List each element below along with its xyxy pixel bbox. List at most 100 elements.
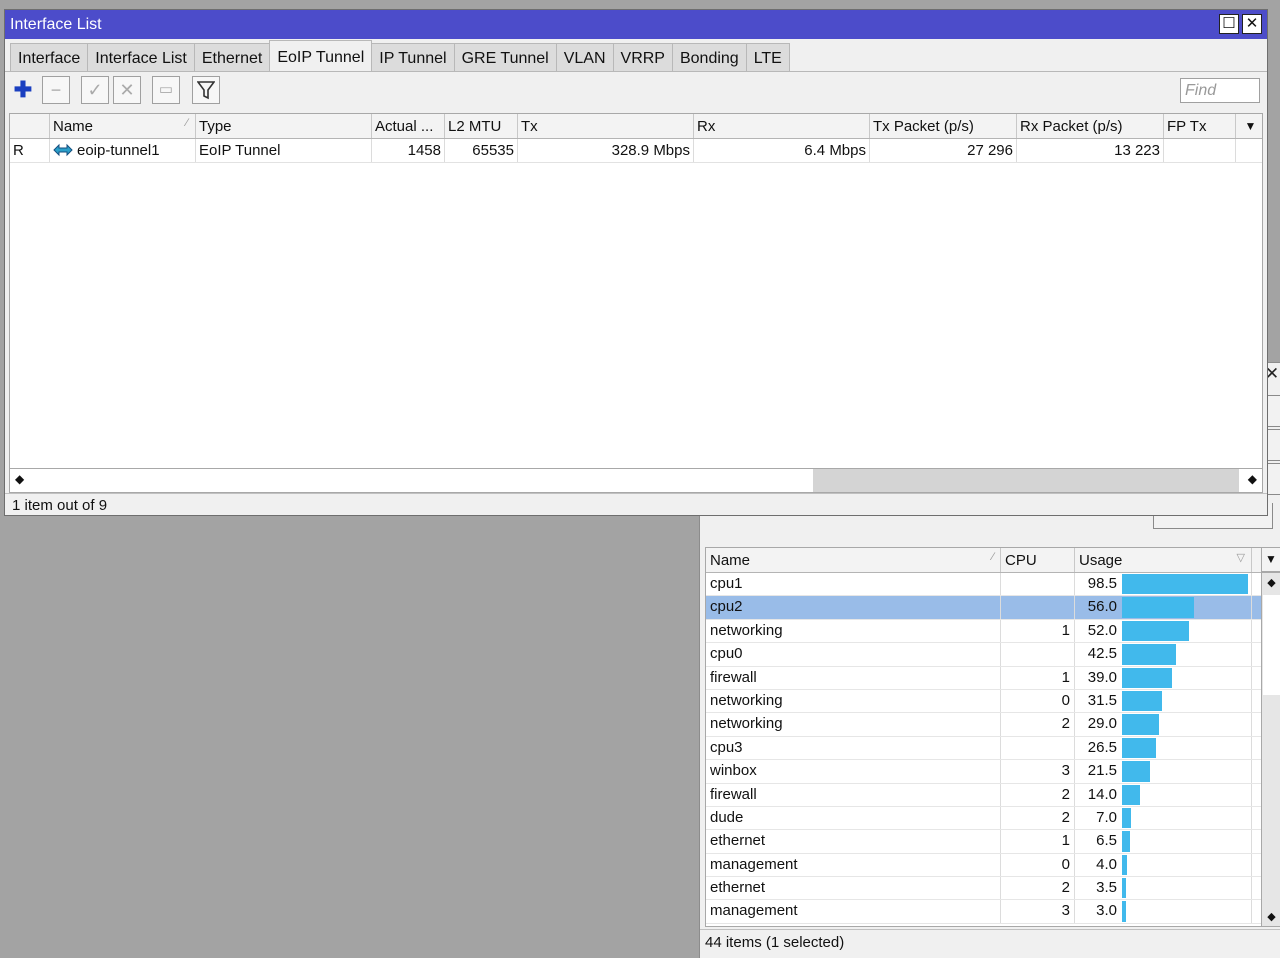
- cell-name: firewall: [706, 666, 1001, 689]
- cell-name: cpu3: [706, 736, 1001, 760]
- cell-cpu: 3: [1001, 900, 1075, 923]
- column-header-label: Tx: [521, 118, 538, 135]
- column-header-l2-mtu[interactable]: L2 MTU: [445, 114, 518, 138]
- tab-bar: Interface Interface List Ethernet EoIP Tunn…: [5, 39, 1267, 72]
- cell-usage: 6.5: [1096, 832, 1117, 850]
- column-header-name[interactable]: Name ∕: [50, 114, 196, 138]
- column-header-tx[interactable]: Tx: [518, 114, 694, 138]
- scroll-up-icon[interactable]: ◆: [1262, 576, 1280, 589]
- cell-usage: 3.5: [1096, 879, 1117, 897]
- table-row[interactable]: firewall 2 14.0: [706, 783, 1261, 807]
- cell-name: networking: [706, 689, 1001, 713]
- cell-name: management: [706, 900, 1001, 923]
- scroll-thumb[interactable]: [1263, 595, 1280, 695]
- close-icon[interactable]: ✕: [1242, 14, 1262, 34]
- column-header-type[interactable]: Type: [196, 114, 372, 138]
- cell-usage: 98.5: [1087, 575, 1117, 592]
- cell-cpu: 2: [1001, 877, 1075, 900]
- tab-ip-tunnel[interactable]: IP Tunnel: [371, 43, 455, 71]
- tab-ethernet[interactable]: Ethernet: [193, 43, 271, 71]
- table-row[interactable]: networking 0 31.5: [706, 689, 1261, 714]
- column-header-cpu[interactable]: CPU: [1001, 548, 1075, 572]
- column-header-tx-packet[interactable]: Tx Packet (p/s): [870, 114, 1017, 138]
- scroll-left-icon[interactable]: ◆: [15, 472, 24, 486]
- tab-bonding[interactable]: Bonding: [671, 43, 747, 71]
- cell-usage: 56.0: [1087, 598, 1117, 616]
- usage-bar: [1122, 644, 1177, 665]
- column-header-usage[interactable]: Usage ▽: [1075, 548, 1252, 572]
- column-header-label: FP Tx: [1167, 118, 1207, 135]
- table-row[interactable]: ethernet 2 3.5: [706, 877, 1261, 901]
- table-row[interactable]: networking 1 52.0: [706, 619, 1261, 644]
- table-row[interactable]: cpu0 42.5: [706, 643, 1261, 667]
- cell-fp-tx: [1164, 139, 1236, 162]
- cell-cpu: [1001, 596, 1075, 619]
- cell-cpu: 1: [1001, 666, 1075, 689]
- cell-usage-bar: [1122, 713, 1252, 736]
- cell-text: EoIP Tunnel: [199, 142, 281, 159]
- cell-usage-bar: [1122, 596, 1252, 619]
- tab-eoip-tunnel[interactable]: EoIP Tunnel: [269, 40, 373, 70]
- cell-usage: 14.0: [1087, 785, 1117, 803]
- scroll-down-icon[interactable]: ◆: [1262, 910, 1280, 923]
- table-row[interactable]: cpu3 26.5: [706, 736, 1261, 761]
- cell-text: eoip-tunnel1: [77, 142, 160, 159]
- find-input[interactable]: Find: [1180, 78, 1260, 103]
- tab-lte[interactable]: LTE: [745, 43, 790, 71]
- horizontal-scrollbar[interactable]: ◆ ◆: [9, 469, 1263, 493]
- column-header-actual-mtu[interactable]: Actual ...: [372, 114, 445, 138]
- status-bar: 44 items (1 selected): [700, 929, 1280, 958]
- cell-name: cpu1: [706, 573, 1001, 596]
- column-header-label: L2 MTU: [448, 118, 502, 135]
- table-row[interactable]: Reoip-tunnel1 EoIP Tunnel 1458 65535 328.9 M…: [10, 139, 1262, 163]
- add-icon[interactable]: ✚: [9, 76, 37, 104]
- tab-interface-list[interactable]: Interface List: [87, 43, 195, 71]
- table-row[interactable]: networking 2 29.0: [706, 713, 1261, 737]
- column-header-name[interactable]: Name ∕: [706, 548, 1001, 572]
- table-row[interactable]: cpu1 98.5: [706, 573, 1261, 597]
- status-bar: 1 item out of 9: [5, 493, 1267, 515]
- usage-bar: [1122, 784, 1140, 805]
- maximize-icon[interactable]: ☐: [1219, 14, 1239, 34]
- disable-icon[interactable]: ✕: [113, 76, 141, 104]
- usage-bar: [1122, 667, 1172, 688]
- table-row[interactable]: management 0 4.0: [706, 853, 1261, 878]
- tab-interface[interactable]: Interface: [10, 43, 89, 71]
- column-header-label: Actual ...: [375, 118, 434, 135]
- column-header-fp-tx[interactable]: FP Tx: [1164, 114, 1236, 138]
- table-row[interactable]: dude 2 7.0: [706, 806, 1261, 831]
- tab-gre-tunnel[interactable]: GRE Tunnel: [453, 43, 557, 71]
- table-row[interactable]: cpu2 56.0: [706, 596, 1261, 620]
- cell-usage-bar: [1122, 783, 1252, 806]
- filter-icon[interactable]: [192, 76, 220, 104]
- table-row[interactable]: ethernet 1 6.5: [706, 830, 1261, 854]
- vertical-scrollbar[interactable]: ◆ ◆: [1262, 572, 1280, 927]
- cell-name: eoip-tunnel1: [50, 139, 196, 162]
- title-bar[interactable]: Interface List ☐ ✕: [5, 10, 1267, 39]
- cell-usage: 42.5: [1087, 645, 1117, 663]
- cell-name: networking: [706, 713, 1001, 736]
- table-row[interactable]: winbox 3 21.5: [706, 760, 1261, 784]
- scroll-right-icon[interactable]: ◆: [1248, 472, 1257, 486]
- usage-bar: [1122, 878, 1127, 899]
- cell-usage-bar: [1122, 643, 1252, 666]
- tunnel-icon: [53, 143, 73, 157]
- enable-icon[interactable]: ✓: [81, 76, 109, 104]
- comment-icon[interactable]: ▭: [152, 76, 180, 104]
- interface-list-window: Interface List ☐ ✕ Interface Interface Li…: [4, 9, 1268, 516]
- remove-icon[interactable]: −: [42, 76, 70, 104]
- scroll-thumb[interactable]: [813, 469, 1239, 492]
- tab-vrrp[interactable]: VRRP: [612, 43, 673, 71]
- cell-usage-bar: [1122, 900, 1252, 923]
- column-header-flag[interactable]: [10, 114, 50, 138]
- column-header-rx[interactable]: Rx: [694, 114, 870, 138]
- table-row[interactable]: management 3 3.0: [706, 900, 1261, 924]
- table-header: Name ∕ CPU Usage ▽: [706, 548, 1261, 573]
- column-menu-button[interactable]: ▼: [1236, 114, 1262, 138]
- table-row[interactable]: firewall 1 39.0: [706, 666, 1261, 690]
- column-menu-button[interactable]: ▼: [1262, 547, 1280, 572]
- tab-vlan[interactable]: VLAN: [555, 43, 614, 71]
- column-header-rx-packet[interactable]: Rx Packet (p/s): [1017, 114, 1164, 138]
- usage-bar: [1122, 714, 1160, 735]
- cell-cpu: 2: [1001, 713, 1075, 736]
